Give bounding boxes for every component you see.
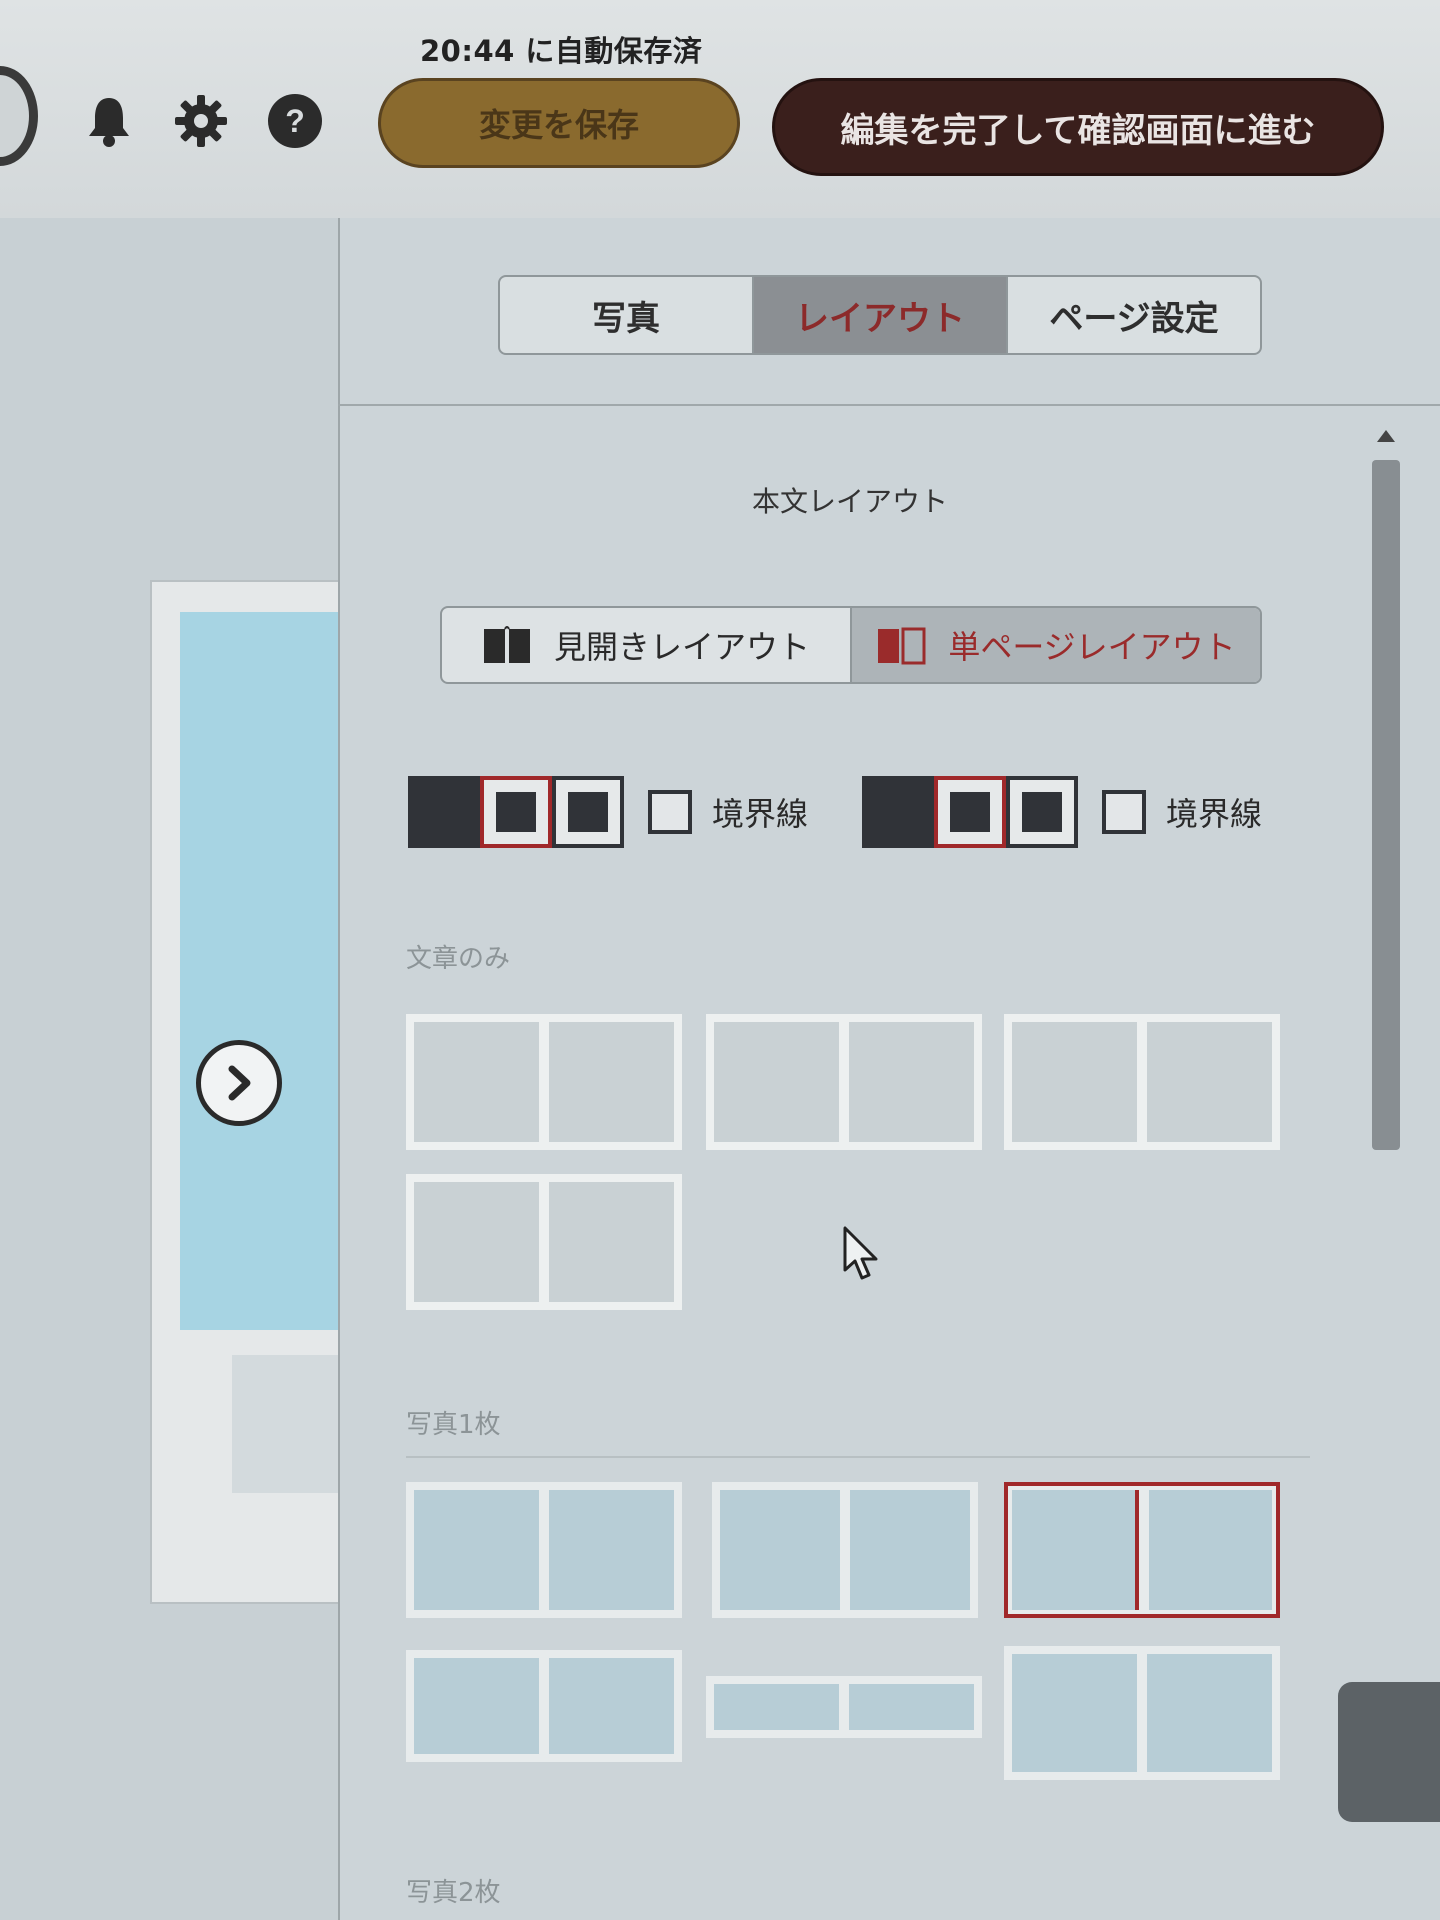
scroll-thumb[interactable] <box>1372 460 1400 1150</box>
top-bar: 20:44 に自動保存済 ? 変更を保存 編集を完了して確認画面に進む <box>0 0 1440 220</box>
layout-thumbnail[interactable] <box>1004 1646 1280 1780</box>
frame-options-left: 境界線 <box>408 776 808 848</box>
frame-margin-option[interactable] <box>934 776 1006 848</box>
divider <box>338 404 1440 406</box>
spread-layout-label: 見開きレイアウト <box>553 628 810 666</box>
frame-full-option[interactable] <box>408 776 480 848</box>
next-page-button[interactable] <box>196 1040 282 1126</box>
frame-options-right: 境界線 <box>862 776 1262 848</box>
border-label: 境界線 <box>1166 795 1263 833</box>
tab-photo[interactable]: 写真 <box>500 277 754 353</box>
save-changes-button[interactable]: 変更を保存 <box>378 78 740 168</box>
layout-thumbnail[interactable] <box>1004 1014 1280 1150</box>
single-page-layout-label: 単ページレイアウト <box>948 628 1236 666</box>
frame-margin-option[interactable] <box>480 776 552 848</box>
frame-full-option[interactable] <box>862 776 934 848</box>
single-page-icon <box>878 627 926 665</box>
bell-icon[interactable] <box>80 92 138 150</box>
tab-layout[interactable]: レイアウト <box>754 277 1008 353</box>
mouse-cursor-icon <box>842 1226 882 1286</box>
chevron-right-icon <box>228 1065 251 1101</box>
autosave-status: 20:44 に自動保存済 <box>420 34 703 68</box>
finish-editing-button[interactable]: 編集を完了して確認画面に進む <box>772 78 1384 176</box>
group-label-one-photo: 写真1枚 <box>406 1410 501 1440</box>
panel-tabs: 写真 レイアウト ページ設定 <box>498 275 1262 355</box>
layout-thumbnail[interactable] <box>706 1676 982 1738</box>
side-handle[interactable] <box>1338 1682 1440 1822</box>
frame-border-option[interactable] <box>552 776 624 848</box>
spread-layout-button[interactable]: 見開きレイアウト <box>442 608 852 682</box>
preview-photo <box>180 612 340 1330</box>
layout-thumbnail-selected[interactable] <box>1004 1482 1280 1618</box>
frame-border-option[interactable] <box>1006 776 1078 848</box>
layout-thumbnail[interactable] <box>712 1482 978 1618</box>
avatar[interactable] <box>0 66 38 166</box>
border-checkbox[interactable] <box>1102 790 1146 834</box>
border-label: 境界線 <box>712 795 809 833</box>
layout-thumbnail[interactable] <box>406 1014 682 1150</box>
gear-icon[interactable] <box>172 92 230 150</box>
section-title: 本文レイアウト <box>751 485 948 518</box>
preview-thumbnail[interactable] <box>232 1355 340 1493</box>
svg-text:?: ? <box>285 103 305 139</box>
scroll-up-icon[interactable] <box>1377 430 1395 442</box>
group-label-text-only: 文章のみ <box>406 944 511 974</box>
group-label-two-photos: 写真2枚 <box>406 1878 501 1908</box>
single-page-layout-button[interactable]: 単ページレイアウト <box>852 608 1260 682</box>
divider <box>406 1456 1310 1458</box>
open-book-icon <box>483 626 530 663</box>
layout-mode-toggle: 見開きレイアウト 単ページレイアウト <box>440 606 1262 684</box>
border-checkbox[interactable] <box>648 790 692 834</box>
help-icon[interactable]: ? <box>266 92 324 150</box>
layout-thumbnail[interactable] <box>406 1482 682 1618</box>
layout-thumbnail[interactable] <box>406 1174 682 1310</box>
tab-page-settings[interactable]: ページ設定 <box>1008 277 1260 353</box>
layout-thumbnail[interactable] <box>406 1650 682 1762</box>
layout-thumbnail[interactable] <box>706 1014 982 1150</box>
